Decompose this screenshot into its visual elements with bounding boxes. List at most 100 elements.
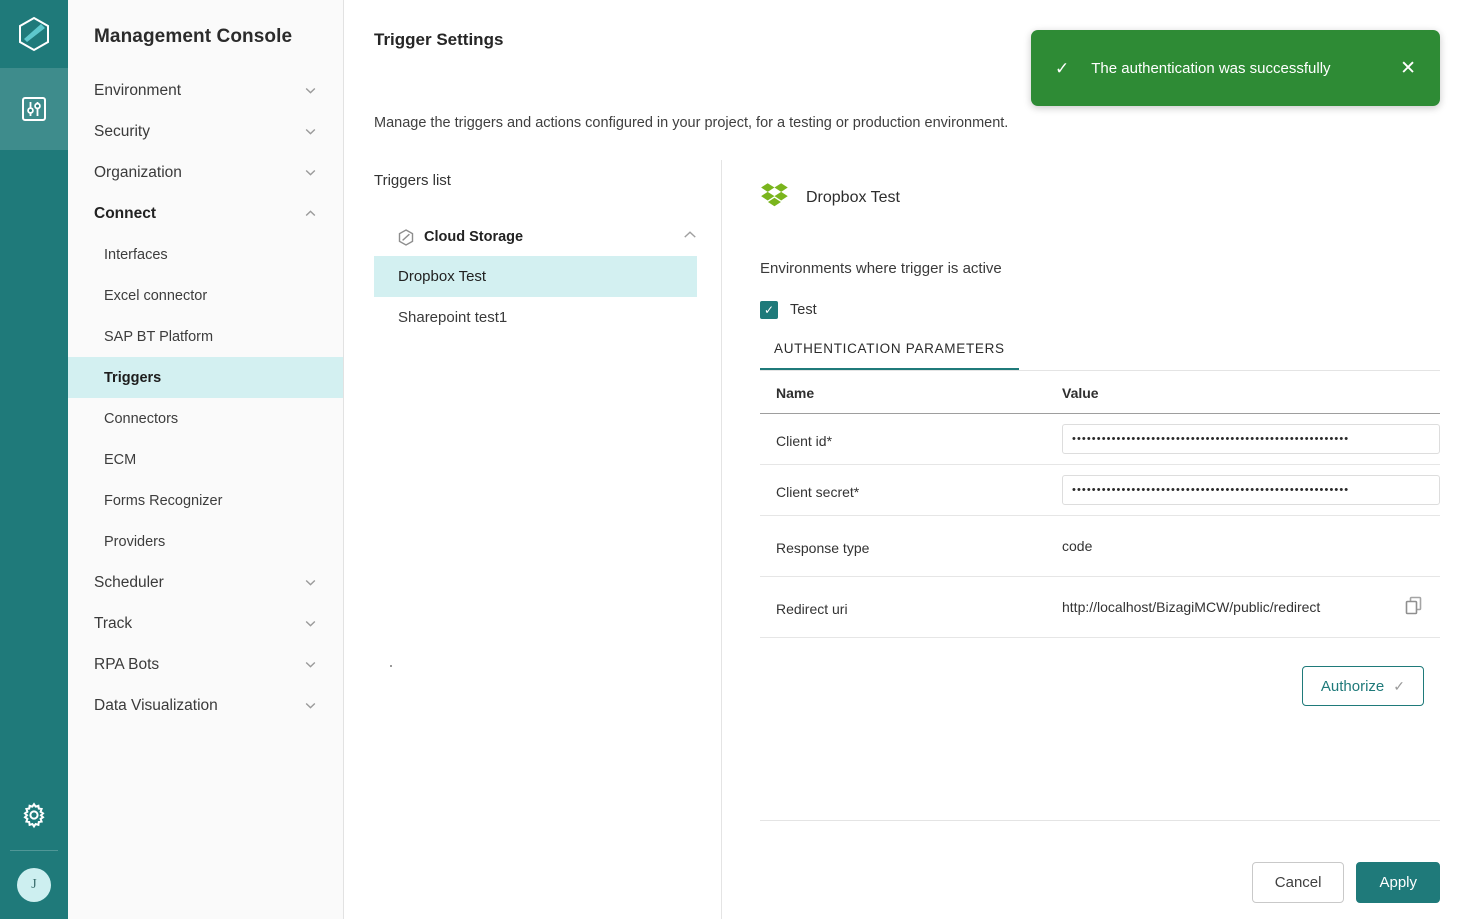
trigger-item-sharepoint-test1[interactable]: Sharepoint test1 [374,297,697,338]
chevron-up-icon [305,210,316,216]
hexagon-logo-icon [19,16,49,52]
sidebar-item-track[interactable]: Track [68,603,343,644]
param-name-client-secret: Client secret* [760,464,1046,516]
table-header-row: Name Value [760,371,1440,414]
sidebar-item-data-visualization[interactable]: Data Visualization [68,685,343,726]
authorize-button-label: Authorize [1320,677,1385,695]
table-row: Redirect uri http://localhost/BizagiMCW/… [760,576,1440,638]
apply-button[interactable]: Apply [1356,862,1440,903]
copy-icon[interactable] [1405,596,1422,618]
sidebar-item-label: Environment [94,81,182,99]
trigger-detail-name: Dropbox Test [806,188,900,206]
client-secret-input[interactable]: ••••••••••••••••••••••••••••••••••••••••… [1062,475,1440,505]
chevron-down-icon [305,662,316,668]
detail-tabs: AUTHENTICATION PARAMETERS [760,341,1440,371]
table-row: Response type code [760,515,1440,577]
sidebar-item-label: Interfaces [104,246,168,263]
sidebar-item-ecm[interactable]: ECM [68,439,343,480]
sidebar-item-label: Connect [94,204,156,222]
trigger-item-label: Sharepoint test1 [398,309,508,326]
chevron-down-icon [305,129,316,135]
main-content: Trigger Settings Manage the triggers and… [344,0,1462,919]
footer-divider [760,820,1440,821]
sidebar-item-label: Organization [94,163,182,181]
page-title: Trigger Settings [374,30,504,49]
settings-button[interactable] [0,780,68,850]
sidebar-item-label: Track [94,614,133,632]
parameters-table: Name Value Client id* ••••••••••••••••••… [760,371,1440,638]
trigger-item-label: Dropbox Test [398,268,487,285]
check-icon: ✓ [1393,677,1405,694]
sidebar-item-label: Security [94,122,150,140]
environment-test-checkbox-row[interactable]: ✓ Test [760,301,1440,319]
close-icon[interactable]: ✕ [1394,55,1422,82]
chevron-down-icon [305,621,316,627]
sidebar: Management Console Environment Security … [68,0,344,919]
dropbox-icon [760,180,790,215]
user-avatar-button[interactable]: J [0,851,68,919]
sidebar-item-scheduler[interactable]: Scheduler [68,562,343,603]
param-name-redirect-uri: Redirect uri [760,576,1046,638]
sidebar-item-label: Forms Recognizer [104,492,223,509]
checkbox-test[interactable]: ✓ [760,301,778,319]
sidebar-item-organization[interactable]: Organization [68,152,343,193]
chevron-down-icon [305,88,316,94]
table-row: Client secret* •••••••••••••••••••••••••… [760,464,1440,516]
page-description: Manage the triggers and actions configur… [374,115,1009,131]
param-value-cell: http://localhost/BizagiMCW/public/redire… [1046,576,1440,638]
chevron-down-icon [305,170,316,176]
triggers-list-title: Triggers list [374,172,451,189]
sidebar-item-forms-recognizer[interactable]: Forms Recognizer [68,480,343,521]
app-logo[interactable] [0,0,68,68]
sidebar-item-label: Providers [104,533,166,550]
sidebar-nav: Environment Security Organization Connec… [68,70,343,726]
rail-bottom-group: J [0,780,68,919]
sidebar-item-providers[interactable]: Providers [68,521,343,562]
sidebar-item-triggers[interactable]: Triggers [68,357,343,398]
trigger-group-label: Cloud Storage [424,229,524,245]
authorize-row: Authorize ✓ [760,666,1440,706]
sidebar-item-label: ECM [104,451,137,468]
check-icon: ✓ [1055,58,1070,78]
cancel-button[interactable]: Cancel [1251,862,1345,903]
sidebar-item-label: Connectors [104,410,179,427]
param-value-cell: ••••••••••••••••••••••••••••••••••••••••… [1046,464,1440,516]
trigger-group-cloud-storage[interactable]: Cloud Storage [374,218,697,256]
response-type-value: code [1062,538,1093,554]
sidebar-item-excel-connector[interactable]: Excel connector [68,275,343,316]
client-id-input[interactable]: ••••••••••••••••••••••••••••••••••••••••… [1062,424,1440,454]
sidebar-item-connectors[interactable]: Connectors [68,398,343,439]
trigger-detail-panel: Dropbox Test Environments where trigger … [722,160,1462,919]
stray-dot [390,665,392,667]
sidebar-item-label: Scheduler [94,573,164,591]
trigger-detail-header: Dropbox Test [760,180,1440,215]
trigger-item-dropbox-test[interactable]: Dropbox Test [374,256,697,297]
sidebar-title: Management Console [94,26,293,47]
app-root: J Management Console Environment Securit… [0,0,1462,919]
tab-authentication-parameters[interactable]: AUTHENTICATION PARAMETERS [760,341,1019,370]
column-header-name: Name [760,371,1046,414]
icon-rail: J [0,0,68,919]
sidebar-item-security[interactable]: Security [68,111,343,152]
gear-icon [23,802,45,829]
chevron-down-icon [305,580,316,586]
sidebar-item-sap-bt-platform[interactable]: SAP BT Platform [68,316,343,357]
param-name-response-type: Response type [760,515,1046,577]
sidebar-item-environment[interactable]: Environment [68,70,343,111]
sidebar-item-label: Data Visualization [94,696,218,714]
redirect-uri-value: http://localhost/BizagiMCW/public/redire… [1062,599,1321,615]
sidebar-item-label: SAP BT Platform [104,328,214,345]
chevron-down-icon [305,703,316,709]
cloud-storage-hexagon-icon [398,228,414,246]
rail-item-settings-panel[interactable] [0,68,68,150]
content-columns: Triggers list Cloud Storage Dropbox Test… [344,160,1462,919]
sliders-icon [22,97,46,121]
checkbox-test-label: Test [790,302,817,318]
sidebar-item-interfaces[interactable]: Interfaces [68,234,343,275]
authorize-button[interactable]: Authorize ✓ [1301,666,1424,706]
sidebar-item-label: Triggers [104,369,162,386]
environments-label: Environments where trigger is active [760,260,1002,277]
sidebar-item-rpa-bots[interactable]: RPA Bots [68,644,343,685]
footer-actions: Cancel Apply [1251,862,1440,903]
sidebar-item-connect[interactable]: Connect [68,193,343,234]
